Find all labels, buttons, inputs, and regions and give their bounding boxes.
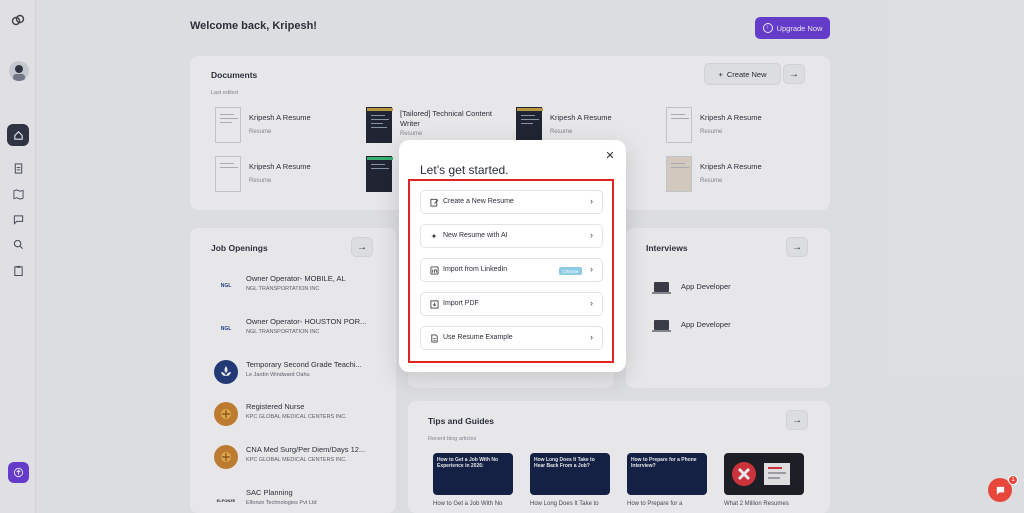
sparkles-icon: ✦ [430,231,438,241]
option-label: Create a New Resume [443,198,514,205]
modal-title: Let’s get started. [420,163,509,177]
option-label: New Resume with AI [443,232,508,239]
linkedin-icon [429,265,439,275]
chevron-right-icon: › [590,196,593,206]
close-icon[interactable]: ✕ [604,149,616,162]
ai-resume-option[interactable]: ✦ New Resume with AI › [420,224,603,248]
chevron-right-icon: › [590,298,593,308]
import-linkedin-option[interactable]: Import from LinkedIn Chrome › [420,258,603,282]
import-pdf-option[interactable]: Import PDF › [420,292,603,316]
create-new-resume-option[interactable]: Create a New Resume › [420,190,603,214]
chevron-right-icon: › [590,332,593,342]
chat-count-badge: 1 [1008,475,1018,485]
chrome-badge: Chrome [559,267,582,275]
document-icon [429,333,439,343]
get-started-modal: Let’s get started. ✕ Create a New Resume… [399,140,626,372]
option-label: Use Resume Example [443,334,513,341]
chevron-right-icon: › [590,230,593,240]
option-label: Import PDF [443,300,479,307]
resume-example-option[interactable]: Use Resume Example › [420,326,603,350]
chevron-right-icon: › [590,264,593,274]
edit-icon [429,197,439,207]
import-icon [429,299,439,309]
option-label: Import from LinkedIn [443,266,508,273]
